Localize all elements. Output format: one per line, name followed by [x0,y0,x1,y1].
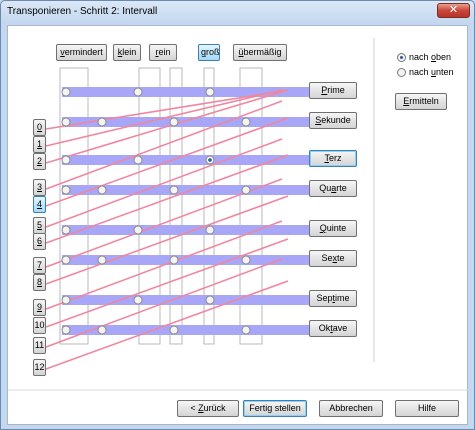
interval-option-dot [208,158,212,162]
semitone-link-line [45,238,289,328]
interval-option-radio [97,325,107,335]
finish-button[interactable]: Fertig stellen [243,400,307,417]
interval-option-radio [169,185,179,195]
direction-up-radio[interactable]: nach oben [397,52,451,62]
interval-button-quarte[interactable]: Quarte [309,180,357,197]
interval-option-radio [97,255,107,265]
interval-option-radio [61,295,71,305]
interval-option-radio [241,255,251,265]
interval-button-oktave[interactable]: Oktave [309,320,357,337]
interval-option-radio [133,225,143,235]
interval-option-radio [169,325,179,335]
semitone-button-4[interactable]: 4 [33,196,46,213]
semitone-button-9[interactable]: 9 [33,299,46,316]
interval-option-radio [97,185,107,195]
interval-option-radio [133,295,143,305]
quality-button-5[interactable]: übermäßig [233,44,287,61]
radio-circle-icon [397,67,406,77]
interval-button-sekunde[interactable]: Sekunde [309,112,357,129]
interval-button-quinte[interactable]: Quinte [309,220,357,237]
quality-button-1[interactable]: vermindert [56,44,107,61]
close-button[interactable]: ✕ [437,3,470,18]
semitone-button-10[interactable]: 10 [33,317,46,334]
interval-button-sexte[interactable]: Sexte [309,250,357,267]
interval-row-band [62,225,314,235]
interval-option-radio [241,325,251,335]
semitone-button-1[interactable]: 1 [33,136,46,153]
interval-option-radio [61,155,71,165]
help-button[interactable]: Hilfe [395,400,459,417]
semitone-button-6[interactable]: 6 [33,233,46,250]
semitone-button-7[interactable]: 7 [33,257,46,274]
interval-option-radio [133,87,143,97]
semitone-button-2[interactable]: 2 [33,153,46,170]
interval-option-radio [61,87,71,97]
semitone-button-5[interactable]: 5 [33,217,46,234]
semitone-button-8[interactable]: 8 [33,274,46,291]
direction-down-radio[interactable]: nach unten [397,67,454,77]
semitone-button-3[interactable]: 3 [33,179,46,196]
dialog-window: Transponieren - Schritt 2: Intervall ✕ [0,0,475,430]
interval-option-radio [61,117,71,127]
semitone-link-line [45,100,283,190]
interval-button-septime[interactable]: Septime [309,290,357,307]
interval-diagram [8,38,469,391]
back-button[interactable]: < Zurück [177,400,239,417]
interval-option-radio [169,255,179,265]
interval-button-prime[interactable]: Prime [309,82,357,99]
interval-option-radio [241,117,251,127]
interval-option-radio [97,117,107,127]
interval-option-radio [61,185,71,195]
semitone-button-0[interactable]: 0 [33,119,46,136]
interval-option-radio [61,325,71,335]
interval-option-radio [205,87,215,97]
radio-circle-icon [397,52,406,62]
interval-option-radio [169,117,179,127]
window-title: Transponieren - Schritt 2: Intervall [7,6,158,17]
semitone-button-11[interactable]: 11 [33,337,46,354]
cancel-button[interactable]: Abbrechen [319,400,383,417]
interval-button-terz[interactable]: Terz [309,150,357,167]
quality-button-4[interactable]: groß [198,44,220,61]
semitone-button-12[interactable]: 12 [33,359,46,376]
dialog-client-area [7,25,469,425]
interval-option-radio [205,225,215,235]
interval-option-radio [61,225,71,235]
interval-row-band [62,295,314,305]
interval-option-radio [61,255,71,265]
quality-button-2[interactable]: klein [113,44,141,61]
quality-button-3[interactable]: rein [149,44,177,61]
interval-option-radio [205,295,215,305]
interval-option-radio [241,185,251,195]
interval-option-radio [133,155,143,165]
determine-button[interactable]: Ermitteln [395,93,447,110]
